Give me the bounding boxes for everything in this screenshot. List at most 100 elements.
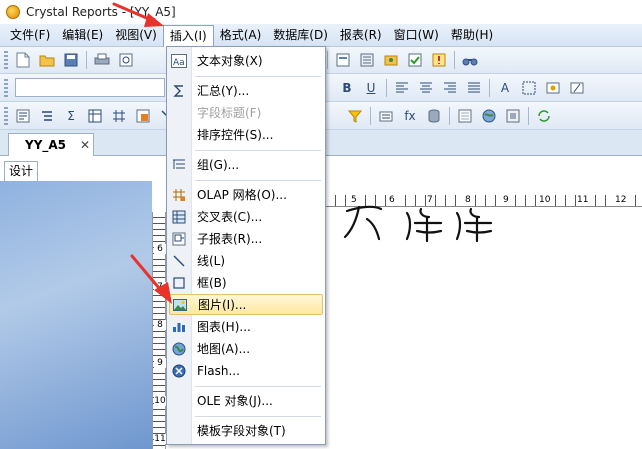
open-folder-icon[interactable] xyxy=(37,50,57,70)
menu-file[interactable]: 文件(F) xyxy=(4,25,56,46)
menu-item-label: 交叉表(C)... xyxy=(197,210,263,224)
find-icon[interactable] xyxy=(460,50,480,70)
menu-item-label: 框(B) xyxy=(197,276,227,290)
align-left-icon[interactable] xyxy=(392,78,412,98)
align-right-icon[interactable] xyxy=(440,78,460,98)
toolbar-separator xyxy=(528,106,529,125)
menu-item-label: 图片(I)... xyxy=(198,298,247,312)
menu-item-field-heading: 字段标题(F) xyxy=(169,102,323,123)
menu-window[interactable]: 窗口(W) xyxy=(388,25,445,46)
crystal-reports-window: Crystal Reports - [YY_A5] 文件(F) 编辑(E) 视图… xyxy=(0,0,642,449)
print-icon[interactable] xyxy=(92,50,112,70)
toolbar-grip[interactable] xyxy=(4,51,8,69)
menu-separator xyxy=(195,76,321,77)
report-options-icon[interactable] xyxy=(455,106,475,126)
sigma-icon xyxy=(171,83,187,99)
preview-icon[interactable] xyxy=(116,50,136,70)
justify-icon[interactable] xyxy=(464,78,484,98)
ruler-label: 9 xyxy=(154,358,166,368)
ruler-label: 12 xyxy=(614,195,628,206)
template-icon[interactable] xyxy=(503,106,523,126)
toolbar-grip[interactable] xyxy=(4,106,8,125)
underline-button[interactable]: U xyxy=(361,78,381,98)
menu-item-label: 文本对象(X) xyxy=(197,54,263,68)
menu-item-label: 汇总(Y)... xyxy=(197,84,250,98)
toolbar-separator xyxy=(86,51,87,69)
menu-item-box[interactable]: 框(B) xyxy=(169,272,323,293)
menu-separator xyxy=(195,416,321,417)
menu-item-group[interactable]: 组(G)... xyxy=(169,154,323,175)
menu-item-crosstab[interactable]: 交叉表(C)... xyxy=(169,206,323,227)
select-expert-icon[interactable] xyxy=(345,106,365,126)
toolbar-grip[interactable] xyxy=(4,78,8,97)
border-icon[interactable] xyxy=(519,78,539,98)
menu-item-label: 图表(H)... xyxy=(197,320,251,334)
menu-item-picture[interactable]: 图片(I)... xyxy=(169,294,323,315)
menu-separator xyxy=(195,180,321,181)
handwriting-image xyxy=(343,205,493,243)
menu-item-template-field-object[interactable]: 模板字段对象(T) xyxy=(169,420,323,441)
insert-text-object-icon[interactable] xyxy=(13,106,33,126)
subreport-icon xyxy=(171,231,187,247)
line-icon xyxy=(171,253,187,269)
menu-item-summary[interactable]: 汇总(Y)... xyxy=(169,80,323,101)
menu-item-flash[interactable]: Flash... xyxy=(169,360,323,381)
alerts-icon[interactable] xyxy=(429,50,449,70)
menu-item-line[interactable]: 线(L) xyxy=(169,250,323,271)
box-icon xyxy=(171,275,187,291)
ruler-label: 10 xyxy=(538,195,552,206)
field-explorer-icon[interactable] xyxy=(333,50,353,70)
bold-button[interactable]: B xyxy=(337,78,357,98)
insert-crosstab-icon[interactable] xyxy=(85,106,105,126)
ruler-label: 11 xyxy=(154,434,166,444)
picture-icon xyxy=(172,297,188,313)
font-color-button[interactable]: A xyxy=(495,78,515,98)
tab-design[interactable]: 设计 xyxy=(4,161,38,181)
close-icon[interactable]: ✕ xyxy=(80,138,90,152)
refresh-icon[interactable] xyxy=(534,106,554,126)
new-report-icon[interactable] xyxy=(13,50,33,70)
vertical-ruler: 6 7 8 9 10 11 xyxy=(152,212,166,449)
red-arrow-to-insert-menu xyxy=(112,2,164,27)
menu-item-label: 排序控件(S)... xyxy=(197,128,274,142)
menu-item-label: 线(L) xyxy=(197,254,226,268)
menu-edit[interactable]: 编辑(E) xyxy=(56,25,109,46)
toolbar-separator xyxy=(386,78,387,97)
menu-database[interactable]: 数据库(D) xyxy=(267,25,334,46)
percent-icon[interactable] xyxy=(567,78,587,98)
insert-summary-button[interactable]: Σ xyxy=(61,106,81,126)
menu-item-ole-object[interactable]: OLE 对象(J)... xyxy=(169,390,323,411)
menu-item-sort-control[interactable]: 排序控件(S)... xyxy=(169,124,323,145)
crystal-reports-logo-icon xyxy=(6,5,20,19)
menu-format[interactable]: 格式(A) xyxy=(214,25,268,46)
font-combo[interactable] xyxy=(15,78,165,97)
document-tab-label: YY_A5 xyxy=(25,138,67,152)
map-expert-icon[interactable] xyxy=(479,106,499,126)
menu-help[interactable]: 帮助(H) xyxy=(445,25,499,46)
ruler-label: 8 xyxy=(154,320,166,330)
document-tab[interactable]: YY_A5 ✕ xyxy=(8,133,94,156)
menu-item-subreport[interactable]: 子报表(R)... xyxy=(169,228,323,249)
insert-group-icon[interactable] xyxy=(37,106,57,126)
dependency-checker-icon[interactable] xyxy=(405,50,425,70)
repository-icon[interactable] xyxy=(381,50,401,70)
menu-item-label: 字段标题(F) xyxy=(197,106,262,120)
report-explorer-icon[interactable] xyxy=(357,50,377,70)
menu-item-chart[interactable]: 图表(H)... xyxy=(169,316,323,337)
svg-text:Aa: Aa xyxy=(173,58,185,68)
save-icon[interactable] xyxy=(61,50,81,70)
insert-subreport-icon[interactable] xyxy=(133,106,153,126)
formula-button[interactable]: fx xyxy=(400,106,420,126)
insert-olap-icon[interactable] xyxy=(109,106,129,126)
menu-item-olap-grid[interactable]: OLAP 网格(O)... xyxy=(169,184,323,205)
section-expert-icon[interactable] xyxy=(376,106,396,126)
menu-item-map[interactable]: 地图(A)... xyxy=(169,338,323,359)
currency-icon[interactable] xyxy=(543,78,563,98)
database-expert-icon[interactable] xyxy=(424,106,444,126)
menu-item-text-object[interactable]: Aa 文本对象(X) xyxy=(169,50,323,71)
align-center-icon[interactable] xyxy=(416,78,436,98)
menu-insert[interactable]: 插入(I) xyxy=(162,24,214,48)
menu-report[interactable]: 报表(R) xyxy=(334,25,388,46)
map-icon xyxy=(171,341,187,357)
menu-bar: 文件(F) 编辑(E) 视图(V) 插入(I) 格式(A) 数据库(D) 报表(… xyxy=(0,24,642,48)
